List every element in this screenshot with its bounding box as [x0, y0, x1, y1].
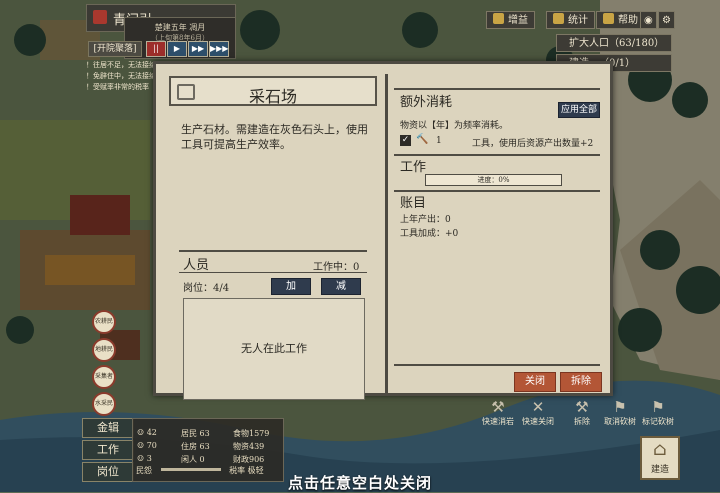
- tool-desc: 工具，使用后资源产出数量+2: [472, 139, 594, 149]
- worker-list: 无人在此工作: [183, 298, 365, 400]
- left-panel: 采石场 生产石材。需建造在灰色石头上，使用工具可提高生产效率。 人员 工作中：0…: [169, 74, 379, 400]
- work-button[interactable]: 工作: [82, 440, 134, 460]
- gear-button[interactable]: ⚙: [658, 11, 675, 29]
- alerts: ！往居不足，无法接纳 ！免辟住中，无法接纳 ！受赋率非常的税率: [86, 60, 156, 93]
- mark-chop-button[interactable]: ⚑ 标记砍树: [638, 398, 678, 427]
- right-panel: 额外消耗 应用全部 物资以【年】为频率消耗。 ✓ 🔨 1 工具，使用后资源产出数…: [385, 74, 613, 393]
- buff-icon: [493, 13, 504, 24]
- help-label: 帮助: [618, 15, 638, 26]
- quick-clear-button[interactable]: ⚒ 快速消岩: [478, 398, 518, 427]
- divider: [394, 88, 600, 90]
- stats-icon: [553, 13, 564, 24]
- house-icon: ⌂: [653, 439, 667, 460]
- staff-title: 人员: [183, 258, 210, 273]
- pause-button[interactable]: ||: [146, 41, 166, 57]
- hammer-icon: ⚒: [575, 398, 589, 416]
- axe-icon: ⚑: [613, 398, 627, 416]
- date-line: 楚建五年 凋月: [154, 23, 206, 32]
- alert-item: ！往居不足，无法接纳: [86, 61, 156, 69]
- ledger-title: 账目: [400, 196, 427, 211]
- divider: [394, 364, 600, 366]
- close-button[interactable]: 关闭: [514, 372, 556, 392]
- stats-label: 统计: [568, 15, 588, 26]
- food: 食物1579: [233, 429, 270, 438]
- working-count: 工作中：0: [313, 262, 360, 273]
- idle: 闲人 0: [181, 455, 205, 464]
- housing: 住房 63: [181, 442, 210, 451]
- work-title: 工作: [400, 160, 427, 175]
- gear-icon: ⚙: [662, 15, 671, 26]
- mission-item[interactable]: 扩大人口（63/180）: [556, 34, 672, 52]
- progress-label: 进度：0%: [477, 176, 510, 184]
- axe-icon: ⚑: [651, 398, 665, 416]
- eye-icon: ◉: [644, 15, 653, 26]
- cancel-chop-button[interactable]: ⚑ 取消砍树: [600, 398, 640, 427]
- dialog-title: 采石场: [248, 87, 297, 106]
- alert-item: ！免辟住中，无法接纳: [86, 72, 156, 80]
- fast-button[interactable]: ▶▶: [188, 41, 208, 57]
- buff-button[interactable]: 增益: [486, 11, 535, 29]
- residents: 居民 63: [181, 429, 210, 438]
- wealth: 财政906: [233, 455, 265, 464]
- pickaxe-icon: ⚒: [491, 398, 505, 416]
- tool-checkbox[interactable]: ✓: [400, 135, 411, 146]
- eye-button[interactable]: ◉: [640, 11, 657, 29]
- tax-slider[interactable]: [160, 468, 221, 471]
- help-icon: [603, 13, 614, 24]
- demolish-button[interactable]: 拆除: [560, 372, 602, 392]
- demolish-tool-button[interactable]: ⚒ 拆除: [562, 398, 602, 427]
- land-farmer-icon[interactable]: 地耕民: [92, 338, 116, 362]
- workers-b: ☺ 70: [137, 441, 157, 450]
- empty-worker-text: 无人在此工作: [241, 342, 307, 355]
- water-gatherer-icon[interactable]: 水采民: [92, 392, 116, 416]
- last-year-output: 上年产出：0: [400, 215, 451, 225]
- play-button[interactable]: ▶: [167, 41, 187, 57]
- quick-close-button[interactable]: ✕ 快速关闭: [518, 398, 558, 427]
- post-count: 岗位：4/4: [183, 283, 230, 294]
- hammer-icon: 🔨: [416, 134, 429, 145]
- close-hint[interactable]: 点击任意空白处关闭: [0, 472, 720, 493]
- divider: [179, 250, 367, 252]
- seal-icon: [93, 10, 107, 24]
- cross-icon: ✕: [531, 398, 545, 416]
- building-dialog: 采石场 生产石材。需建造在灰色石头上，使用工具可提高生产效率。 人员 工作中：0…: [153, 61, 613, 400]
- extra-cost-desc: 物资以【年】为频率消耗。: [400, 121, 509, 131]
- remove-worker-button[interactable]: 减: [321, 278, 361, 295]
- tool-bonus: 工具加成：+0: [400, 229, 459, 239]
- title-box: 采石场: [169, 76, 377, 106]
- progress-bar: 进度：0%: [425, 174, 562, 186]
- farmer-icon[interactable]: 农耕民: [92, 310, 116, 334]
- building-description: 生产石材。需建造在灰色石头上，使用工具可提高生产效率。: [181, 123, 368, 151]
- workers-c: ☺ 3: [137, 454, 152, 463]
- buff-label: 增益: [508, 15, 528, 26]
- fastest-button[interactable]: ▶▶▶: [209, 41, 229, 57]
- gold-button[interactable]: 金辑: [82, 418, 134, 438]
- apply-all-button[interactable]: 应用全部: [558, 102, 600, 118]
- gatherer-icon[interactable]: 采集者: [92, 365, 116, 389]
- goods: 物资439: [233, 442, 265, 451]
- add-worker-button[interactable]: 加: [271, 278, 311, 295]
- help-button[interactable]: 帮助: [596, 11, 645, 29]
- divider: [179, 272, 367, 273]
- stats-button[interactable]: 统计: [546, 11, 595, 29]
- open-settlement-button[interactable]: [开院聚落]: [88, 41, 142, 57]
- workers-a: ☺ 42: [137, 428, 157, 437]
- alert-item: ！受赋率非常的税率: [86, 83, 149, 91]
- extra-cost-title: 额外消耗: [400, 95, 453, 110]
- tool-count: 1: [436, 136, 442, 146]
